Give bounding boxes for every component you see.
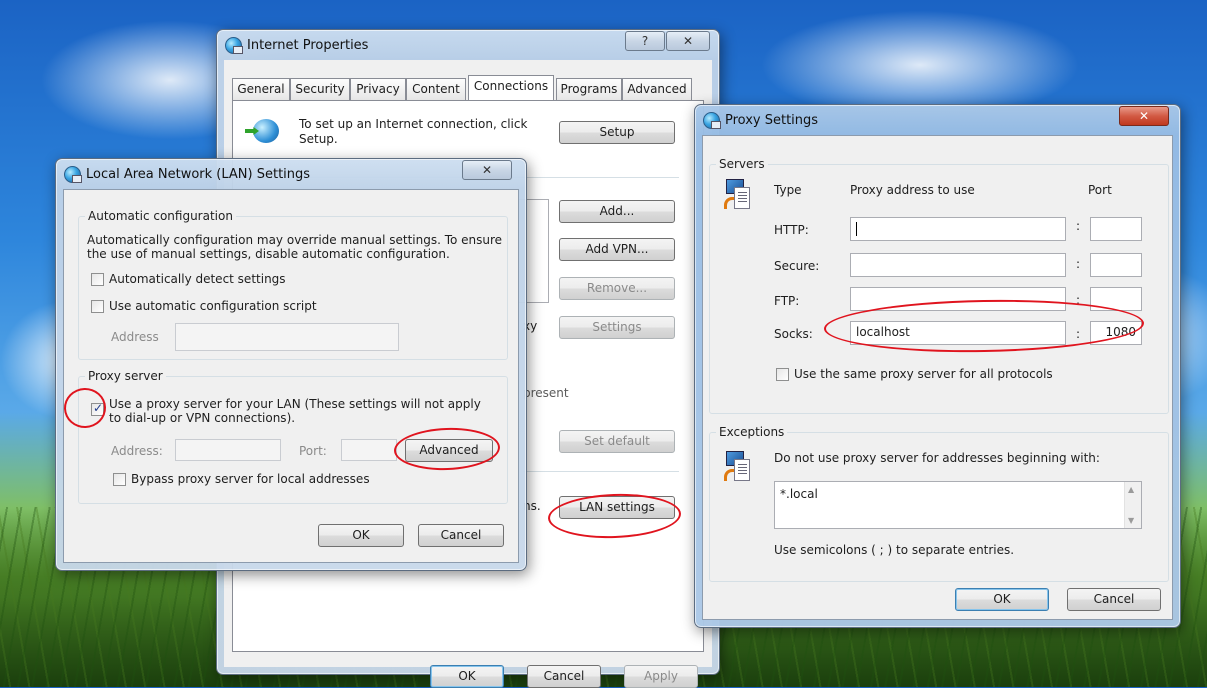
advanced-button[interactable]: Advanced [405, 439, 493, 462]
lan-window-title: Local Area Network (LAN) Settings [86, 167, 311, 182]
proxy-server-label: Proxy server [85, 369, 166, 383]
ftp-label: FTP: [774, 294, 800, 308]
socks-label: Socks: [774, 327, 813, 341]
close-button[interactable]: ✕ [666, 31, 710, 51]
col-port-header: Port [1088, 183, 1112, 197]
proxy-server-group: Proxy server Use a proxy server for your… [78, 369, 508, 504]
auto-config-description: Automatically configuration may override… [87, 233, 503, 261]
divider-lower [523, 471, 679, 472]
tab-privacy[interactable]: Privacy [350, 78, 406, 100]
exceptions-label: Exceptions [716, 425, 788, 439]
col-address-header: Proxy address to use [850, 183, 975, 197]
socks-colon: : [1076, 327, 1081, 341]
auto-script-address-field[interactable] [175, 323, 399, 351]
http-colon: : [1076, 219, 1081, 233]
window-title: Internet Properties [247, 38, 369, 53]
proxy-close-button[interactable]: ✕ [1119, 106, 1169, 126]
auto-detect-label[interactable]: Automatically detect settings [109, 272, 286, 286]
scroll-down-icon[interactable]: ▼ [1128, 516, 1134, 525]
apply-button[interactable]: Apply [624, 665, 698, 688]
scroll-up-icon[interactable]: ▲ [1128, 485, 1134, 494]
same-proxy-checkbox[interactable] [776, 368, 789, 381]
network-setup-icon [245, 119, 279, 143]
lan-settings-client: Automatic configuration Automatically co… [63, 189, 519, 563]
proxy-globe-icon [703, 112, 721, 129]
proxy-window-title: Proxy Settings [725, 113, 819, 128]
lan-settings-window: Local Area Network (LAN) Settings ✕ Auto… [55, 158, 527, 571]
proxy-server-icon [724, 179, 752, 213]
setup-button[interactable]: Setup [559, 121, 675, 144]
lan-cancel-button[interactable]: Cancel [418, 524, 504, 547]
proxy-settings-client: Servers Type Proxy address to use Port H… [702, 135, 1173, 620]
lan-settings-titlebar[interactable]: Local Area Network (LAN) Settings ✕ [56, 159, 526, 189]
use-proxy-label[interactable]: Use a proxy server for your LAN (These s… [109, 397, 495, 425]
set-default-button[interactable]: Set default [559, 430, 675, 453]
proxy-port-field[interactable] [341, 439, 397, 461]
proxy-settings-titlebar[interactable]: Proxy Settings ✕ [695, 105, 1180, 135]
secure-colon: : [1076, 257, 1081, 271]
proxy-port-label: Port: [299, 444, 327, 458]
remove-button[interactable]: Remove... [559, 277, 675, 300]
network-globe-icon [64, 166, 82, 183]
proxy-address-label: Address: [111, 444, 163, 458]
exceptions-scrollbar[interactable]: ▲ ▼ [1124, 482, 1141, 528]
socks-port-field[interactable]: 1080 [1090, 321, 1142, 345]
cancel-button[interactable]: Cancel [527, 665, 601, 688]
tab-security[interactable]: Security [290, 78, 350, 100]
proxy-settings-window: Proxy Settings ✕ Servers Type Proxy addr… [694, 104, 1181, 628]
add-vpn-button[interactable]: Add VPN... [559, 238, 675, 261]
proxy-address-field[interactable] [175, 439, 281, 461]
secure-label: Secure: [774, 259, 820, 273]
tab-connections[interactable]: Connections [468, 75, 554, 100]
internet-globe-icon [225, 37, 243, 54]
semicolons-hint: Use semicolons ( ; ) to separate entries… [774, 543, 1015, 557]
setup-description: To set up an Internet connection, click … [299, 117, 528, 146]
exceptions-group: Exceptions Do not use proxy server for a… [709, 425, 1169, 582]
ok-button[interactable]: OK [430, 665, 504, 688]
address-label: Address [111, 330, 159, 344]
bypass-local-checkbox[interactable] [113, 473, 126, 486]
exceptions-value: *.local [780, 487, 818, 501]
ftp-port-field[interactable] [1090, 287, 1142, 311]
settings-button[interactable]: Settings [559, 316, 675, 339]
partial-present-text: present [523, 386, 569, 400]
help-button[interactable]: ? [625, 31, 665, 51]
lan-settings-button[interactable]: LAN settings [559, 496, 675, 519]
secure-address-field[interactable] [850, 253, 1066, 277]
tab-advanced[interactable]: Advanced [622, 78, 692, 100]
exceptions-icon [724, 451, 752, 485]
use-proxy-checkbox[interactable] [91, 401, 104, 416]
servers-group: Servers Type Proxy address to use Port H… [709, 157, 1169, 414]
socks-address-field[interactable]: localhost [850, 321, 1066, 345]
secure-port-field[interactable] [1090, 253, 1142, 277]
proxy-ok-button[interactable]: OK [955, 588, 1049, 611]
automatic-configuration-group: Automatic configuration Automatically co… [78, 209, 508, 360]
http-address-field[interactable] [850, 217, 1066, 241]
lan-close-button[interactable]: ✕ [462, 160, 512, 180]
text-caret [856, 221, 857, 236]
lan-ok-button[interactable]: OK [318, 524, 404, 547]
auto-detect-checkbox[interactable] [91, 273, 104, 286]
col-type-header: Type [774, 183, 802, 197]
auto-script-checkbox[interactable] [91, 300, 104, 313]
http-port-field[interactable] [1090, 217, 1142, 241]
tab-general[interactable]: General [232, 78, 290, 100]
internet-properties-titlebar[interactable]: Internet Properties ? ✕ [217, 30, 719, 60]
exceptions-textarea[interactable]: *.local ▲ ▼ [774, 481, 1142, 529]
bypass-local-label[interactable]: Bypass proxy server for local addresses [131, 472, 370, 486]
exceptions-description: Do not use proxy server for addresses be… [774, 451, 1100, 465]
tab-content[interactable]: Content [406, 78, 466, 100]
same-proxy-label[interactable]: Use the same proxy server for all protoc… [794, 367, 1053, 381]
ftp-colon: : [1076, 293, 1081, 307]
ftp-address-field[interactable] [850, 287, 1066, 311]
auto-script-label[interactable]: Use automatic configuration script [109, 299, 317, 313]
tab-programs[interactable]: Programs [556, 78, 622, 100]
add-button[interactable]: Add... [559, 200, 675, 223]
http-label: HTTP: [774, 223, 809, 237]
auto-config-label: Automatic configuration [85, 209, 236, 223]
servers-label: Servers [716, 157, 768, 171]
proxy-cancel-button[interactable]: Cancel [1067, 588, 1161, 611]
